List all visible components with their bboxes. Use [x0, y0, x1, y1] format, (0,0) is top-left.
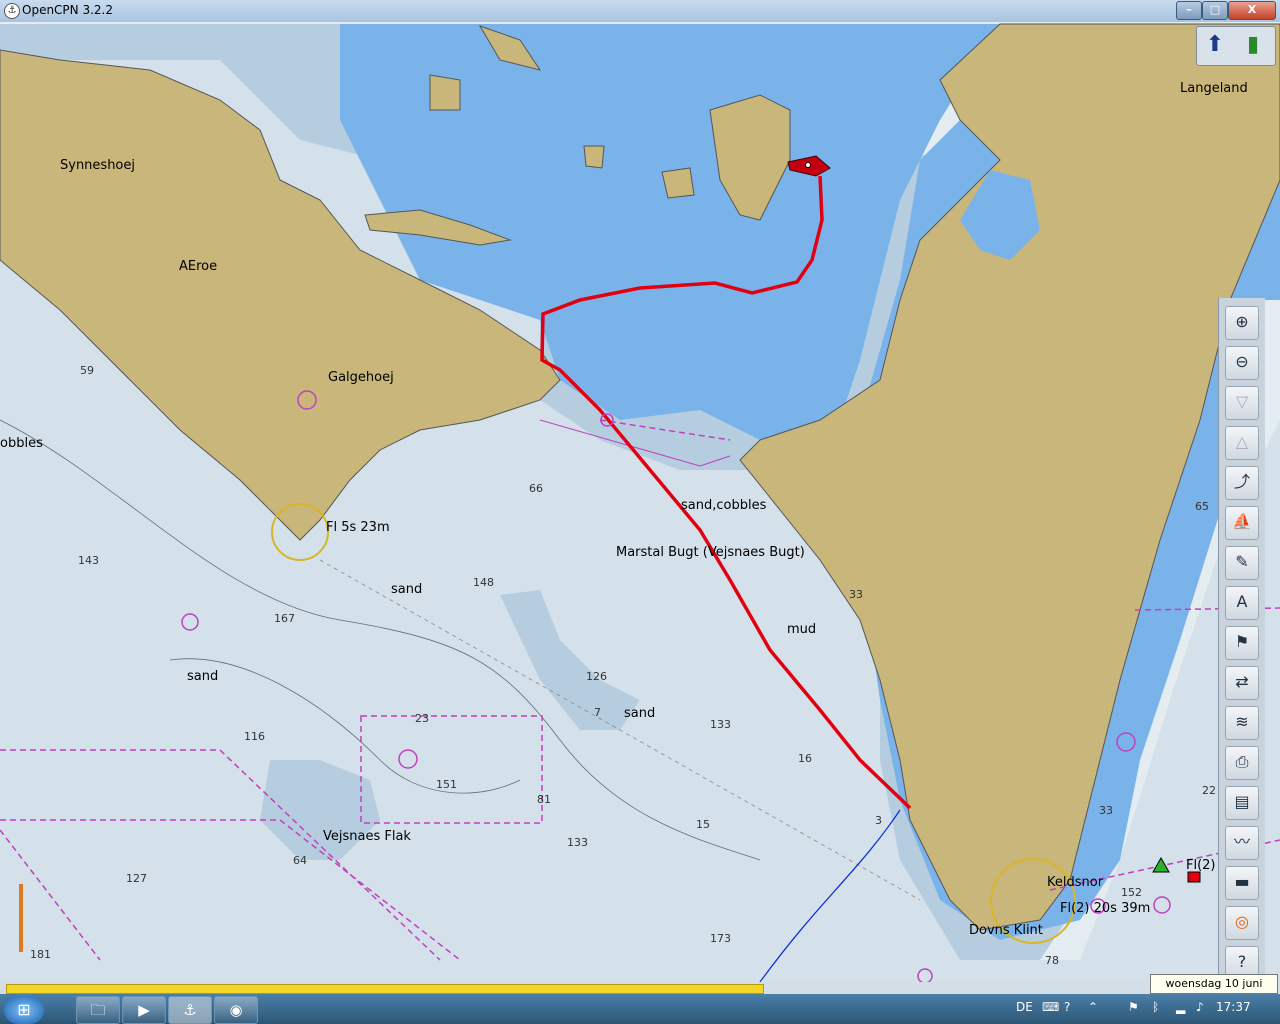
place-label-marstal-bugt: Marstal Bugt (Vejsnaes Bugt) — [616, 545, 805, 560]
minimize-button[interactable]: – — [1176, 1, 1202, 20]
chart-quilt-icon[interactable]: ≋ — [1225, 706, 1259, 740]
depth-sounding: 65 — [1195, 500, 1209, 513]
explorer-icon[interactable]: 🗀 — [76, 996, 120, 1024]
bluetooth-icon[interactable]: ᛒ — [1152, 1000, 1159, 1014]
language-indicator[interactable]: DE — [1016, 1000, 1033, 1014]
depth-sounding: 181 — [30, 948, 51, 961]
action-center-icon[interactable]: ⚑ — [1128, 1000, 1139, 1014]
depth-sounding: 81 — [537, 793, 551, 806]
depth-sounding: 64 — [293, 854, 307, 867]
keyboard-icon[interactable]: ⌨ — [1042, 1000, 1059, 1014]
volume-icon[interactable]: ♪ — [1196, 1000, 1204, 1014]
depth-sounding: 15 — [696, 818, 710, 831]
chrome-icon[interactable]: ◉ — [214, 996, 258, 1024]
depth-sounding: 33 — [849, 588, 863, 601]
ais-target-list-icon[interactable]: ▤ — [1225, 786, 1259, 820]
auto-follow-icon[interactable]: ⛵ — [1225, 506, 1259, 540]
depth-sounding: 173 — [710, 932, 731, 945]
clock[interactable]: 17:37 — [1216, 1000, 1251, 1014]
color-scheme-icon[interactable]: ▬ — [1225, 866, 1259, 900]
place-label-synneshoej: Synneshoej — [60, 158, 135, 173]
depth-sounding: 151 — [436, 778, 457, 791]
main-toolbar: ⊕ ⊖ ▽ △ ⤴ ⛵ ✎ A ⚑ ⇄ ≋ ⎙ ▤ 〰 ▬ ◎ ? — [1218, 298, 1265, 982]
title-bar — [0, 0, 1280, 23]
north-up-icon[interactable]: ⬆ — [1199, 29, 1231, 61]
tide-icon[interactable]: ⚑ — [1225, 626, 1259, 660]
text-toggle-icon[interactable]: A — [1225, 586, 1259, 620]
man-overboard-icon[interactable]: ◎ — [1225, 906, 1259, 940]
chart-bar[interactable] — [6, 984, 764, 994]
light-label-fl2: Fl(2) — [1186, 858, 1216, 873]
seabed-label-sand: sand — [187, 669, 219, 684]
depth-sounding: 23 — [415, 712, 429, 725]
depth-sounding: 152 — [1121, 886, 1142, 899]
tray-expand-icon[interactable]: ⌃ — [1088, 1000, 1098, 1014]
scale-out-icon[interactable]: △ — [1225, 426, 1259, 460]
start-button[interactable]: ⊞ — [4, 996, 44, 1024]
track-icon[interactable]: 〰 — [1225, 826, 1259, 860]
depth-sounding: 33 — [1099, 804, 1113, 817]
place-label-aeroe: AEroe — [179, 259, 218, 274]
media-player-icon[interactable]: ▶ — [122, 996, 166, 1024]
depth-sounding: 127 — [126, 872, 147, 885]
window-title: OpenCPN 3.2.2 — [22, 3, 113, 17]
close-button[interactable]: X — [1228, 1, 1276, 20]
app-icon: ⚓ — [4, 3, 20, 19]
current-icon[interactable]: ⇄ — [1225, 666, 1259, 700]
depth-sounding: 116 — [244, 730, 265, 743]
compass-widget[interactable]: ⬆ ▮ — [1196, 26, 1276, 66]
place-label-vejsnaes-flak: Vejsnaes Flak — [323, 829, 411, 844]
depth-sounding: 66 — [529, 482, 543, 495]
place-label-galgehoej: Galgehoej — [328, 370, 394, 385]
seabed-label-cobbles: obbles — [0, 436, 43, 451]
depth-sounding: 133 — [567, 836, 588, 849]
nautical-chart — [0, 22, 1280, 982]
scale-in-icon[interactable]: ▽ — [1225, 386, 1259, 420]
seabed-label-sand: sand — [624, 706, 656, 721]
place-label-langeland: Langeland — [1180, 81, 1248, 96]
depth-sounding: 143 — [78, 554, 99, 567]
zoom-in-icon[interactable]: ⊕ — [1225, 306, 1259, 340]
seabed-label-sand-cobbles: sand,cobbles — [681, 498, 767, 513]
depth-sounding: 16 — [798, 752, 812, 765]
depth-sounding: 126 — [586, 670, 607, 683]
print-icon[interactable]: ⎙ — [1225, 746, 1259, 780]
place-label-dovns-klint: Dovns Klint — [969, 923, 1043, 938]
depth-sounding: 22 — [1202, 784, 1216, 797]
chart-canvas[interactable]: Langeland Synneshoej AEroe Galgehoej obb… — [0, 22, 1280, 982]
seabed-label-mud: mud — [787, 622, 817, 637]
depth-sounding: 59 — [80, 364, 94, 377]
depth-sounding: 7 — [594, 706, 601, 719]
date-tooltip: woensdag 10 juni 2015 — [1150, 974, 1278, 1008]
depth-sounding: 148 — [473, 576, 494, 589]
opencpn-taskbar-icon[interactable]: ⚓ — [168, 996, 212, 1024]
light-label-fl2-20s: Fl(2) 20s 39m — [1060, 901, 1151, 916]
network-icon[interactable]: ▂ — [1176, 1000, 1185, 1014]
gps-signal-icon: ▮ — [1246, 32, 1260, 57]
depth-sounding: 167 — [274, 612, 295, 625]
light-label-fl5s: Fl 5s 23m — [326, 520, 390, 535]
settings-icon[interactable]: ✎ — [1225, 546, 1259, 580]
zoom-out-icon[interactable]: ⊖ — [1225, 346, 1259, 380]
place-label-keldsnor: Keldsnor — [1047, 875, 1104, 890]
depth-sounding: 133 — [710, 718, 731, 731]
create-route-icon[interactable]: ⤴ — [1225, 466, 1259, 500]
help-tray-icon[interactable]: ? — [1064, 1000, 1070, 1014]
maximize-button[interactable]: □ — [1202, 1, 1228, 20]
seabed-label-sand: sand — [391, 582, 423, 597]
depth-sounding: 78 — [1045, 954, 1059, 967]
depth-sounding: 3 — [875, 814, 882, 827]
